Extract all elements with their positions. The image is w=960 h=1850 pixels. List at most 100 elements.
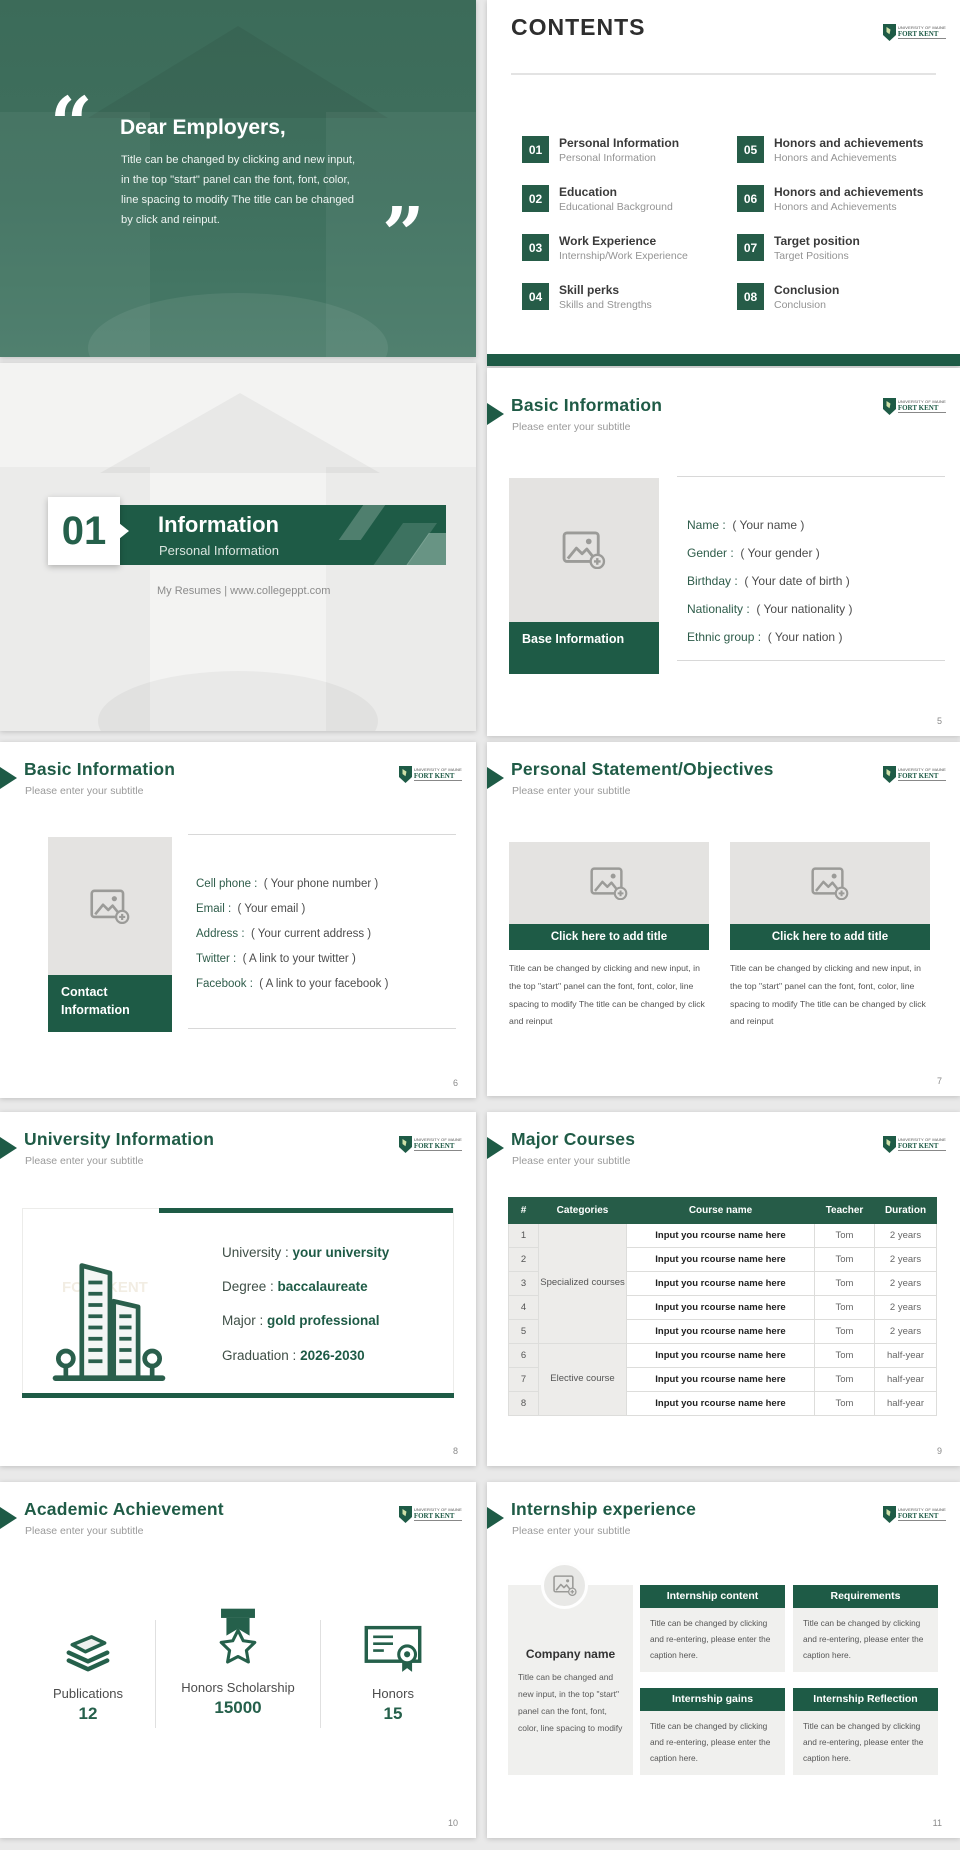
add-title-bar[interactable]: Click here to add title <box>509 924 709 950</box>
field-value: ( Your name ) <box>732 518 804 532</box>
item-number-badge: 08 <box>737 283 764 310</box>
cell-duration: 2 years <box>875 1320 937 1344</box>
cell-course: Input you rcourse name here <box>627 1224 815 1248</box>
fortkent-logo: UNIVERSITY OF MAINEFORT KENT <box>883 1136 946 1153</box>
image-placeholder[interactable] <box>509 478 659 622</box>
item-title: Honors and achievements <box>774 185 954 199</box>
image-placeholder[interactable] <box>509 842 709 924</box>
field-label: Nationality : <box>687 602 750 616</box>
statement-card: Click here to add title Title can be cha… <box>730 842 930 1031</box>
item-number-badge: 03 <box>522 234 549 261</box>
item-number-badge: 06 <box>737 185 764 212</box>
item-subtitle: Target Positions <box>774 250 954 262</box>
cell-course: Input you rcourse name here <box>627 1296 815 1320</box>
slide-university-information[interactable]: University Information Please enter your… <box>0 1112 476 1466</box>
slide-contents[interactable]: CONTENTS UNIVERSITY OF MAINEFORT KENT 01… <box>487 0 960 366</box>
stat-scholarship: Honors Scholarship 15000 <box>163 1604 313 1718</box>
item-subtitle: Honors and Achievements <box>774 152 954 164</box>
certificate-icon <box>364 1622 422 1676</box>
divider <box>677 660 945 661</box>
slide-basic-information-contact[interactable]: Basic Information Please enter your subt… <box>0 742 476 1098</box>
cell-category: Elective course <box>539 1344 627 1416</box>
item-subtitle: Internship/Work Experience <box>559 250 739 262</box>
section-arrow-icon <box>487 767 504 789</box>
stat-label: Publications <box>13 1686 163 1701</box>
item-subtitle: Honors and Achievements <box>774 201 954 213</box>
field-label: University : <box>222 1245 289 1260</box>
stat-value: 15 <box>318 1704 468 1724</box>
slide-personal-statement[interactable]: Personal Statement/Objectives Please ent… <box>487 742 960 1096</box>
logo-shield-icon <box>399 766 412 783</box>
logo-shield-icon <box>883 24 896 41</box>
company-avatar[interactable] <box>541 1562 588 1609</box>
accent-line <box>22 1393 454 1398</box>
fortkent-logo: UNIVERSITY OF MAINEFORT KENT <box>883 1506 946 1523</box>
cell-category: Specialized courses <box>539 1224 627 1344</box>
add-image-icon <box>590 867 628 900</box>
cell-teacher: Tom <box>815 1344 875 1368</box>
page-number: 8 <box>453 1446 458 1456</box>
add-image-icon <box>553 1575 577 1596</box>
company-card: Company name Title can be changed and ne… <box>508 1585 633 1775</box>
cell-course: Input you rcourse name here <box>627 1344 815 1368</box>
building-roof-shape <box>88 26 388 118</box>
statement-card: Click here to add title Title can be cha… <box>509 842 709 1031</box>
accent-line <box>159 1208 453 1213</box>
field-value: your university <box>293 1245 390 1260</box>
item-title: Target position <box>774 234 954 248</box>
item-subtitle: Conclusion <box>774 299 954 311</box>
item-number-badge: 04 <box>522 283 549 310</box>
cell-duration: 2 years <box>875 1224 937 1248</box>
item-subtitle: Educational Background <box>559 201 739 213</box>
item-title: Personal Information <box>559 136 739 150</box>
stat-label: Honors <box>318 1686 468 1701</box>
cell-teacher: Tom <box>815 1296 875 1320</box>
building-roof-shape <box>100 393 380 473</box>
divider <box>188 834 456 835</box>
slide-major-courses[interactable]: Major Courses Please enter your subtitle… <box>487 1112 960 1466</box>
slide-title: Academic Achievement <box>24 1499 224 1520</box>
company-name: Company name <box>508 1647 633 1661</box>
section-arrow-icon <box>0 1137 17 1159</box>
cell-duration: 2 years <box>875 1296 937 1320</box>
image-placeholder[interactable] <box>48 837 172 975</box>
add-title-bar[interactable]: Click here to add title <box>730 924 930 950</box>
slide-internship-experience[interactable]: Internship experience Please enter your … <box>487 1482 960 1838</box>
cell-num: 7 <box>509 1368 539 1392</box>
slide-basic-information-base[interactable]: Basic Information Please enter your subt… <box>487 368 960 736</box>
stat-label: Honors Scholarship <box>163 1680 313 1695</box>
stat-publications: Publications 12 <box>13 1610 163 1724</box>
item-number-badge: 01 <box>522 136 549 163</box>
company-description: Title can be changed and new input, in t… <box>518 1669 623 1737</box>
banner-slash-decor <box>339 505 400 540</box>
slide-subtitle: Please enter your subtitle <box>512 1525 630 1537</box>
slide-title: Basic Information <box>511 395 662 416</box>
open-quote-icon: “ <box>50 88 93 162</box>
slide-academic-achievement[interactable]: Academic Achievement Please enter your s… <box>0 1482 476 1838</box>
fortkent-logo: UNIVERSITY OF MAINEFORT KENT <box>399 766 462 783</box>
field-label: Facebook : <box>196 978 253 990</box>
internship-card-content: Internship content Title can be changed … <box>640 1585 785 1672</box>
cell-teacher: Tom <box>815 1272 875 1296</box>
field-label: Graduation : <box>222 1348 296 1363</box>
cell-num: 4 <box>509 1296 539 1320</box>
page-number: 5 <box>937 716 942 726</box>
field-label: Cell phone : <box>196 878 257 890</box>
field-label: Name : <box>687 518 726 532</box>
image-placeholder[interactable] <box>730 842 930 924</box>
fortkent-logo: UNIVERSITY OF MAINEFORT KENT <box>399 1136 462 1153</box>
field-label: Twitter : <box>196 953 236 965</box>
fortkent-logo: UNIVERSITY OF MAINEFORT KENT <box>883 766 946 783</box>
slide-title: Basic Information <box>24 759 175 780</box>
divider <box>188 1028 456 1029</box>
card-title-bar: Internship gains <box>640 1688 785 1711</box>
slide-subtitle: Please enter your subtitle <box>25 1525 143 1537</box>
slide-title: Personal Statement/Objectives <box>511 759 774 780</box>
caption-text: Title can be changed by clicking and new… <box>730 960 930 1031</box>
slide-section-01[interactable]: 01 Information Personal Information My R… <box>0 363 476 731</box>
slide-title: Internship experience <box>511 1499 696 1520</box>
slide-quote[interactable]: “ Dear Employers, Title can be changed b… <box>0 0 476 357</box>
card-body-text: Title can be changed by clicking and re-… <box>793 1711 938 1775</box>
add-image-icon <box>90 889 130 924</box>
slide-subtitle: Please enter your subtitle <box>512 785 630 797</box>
